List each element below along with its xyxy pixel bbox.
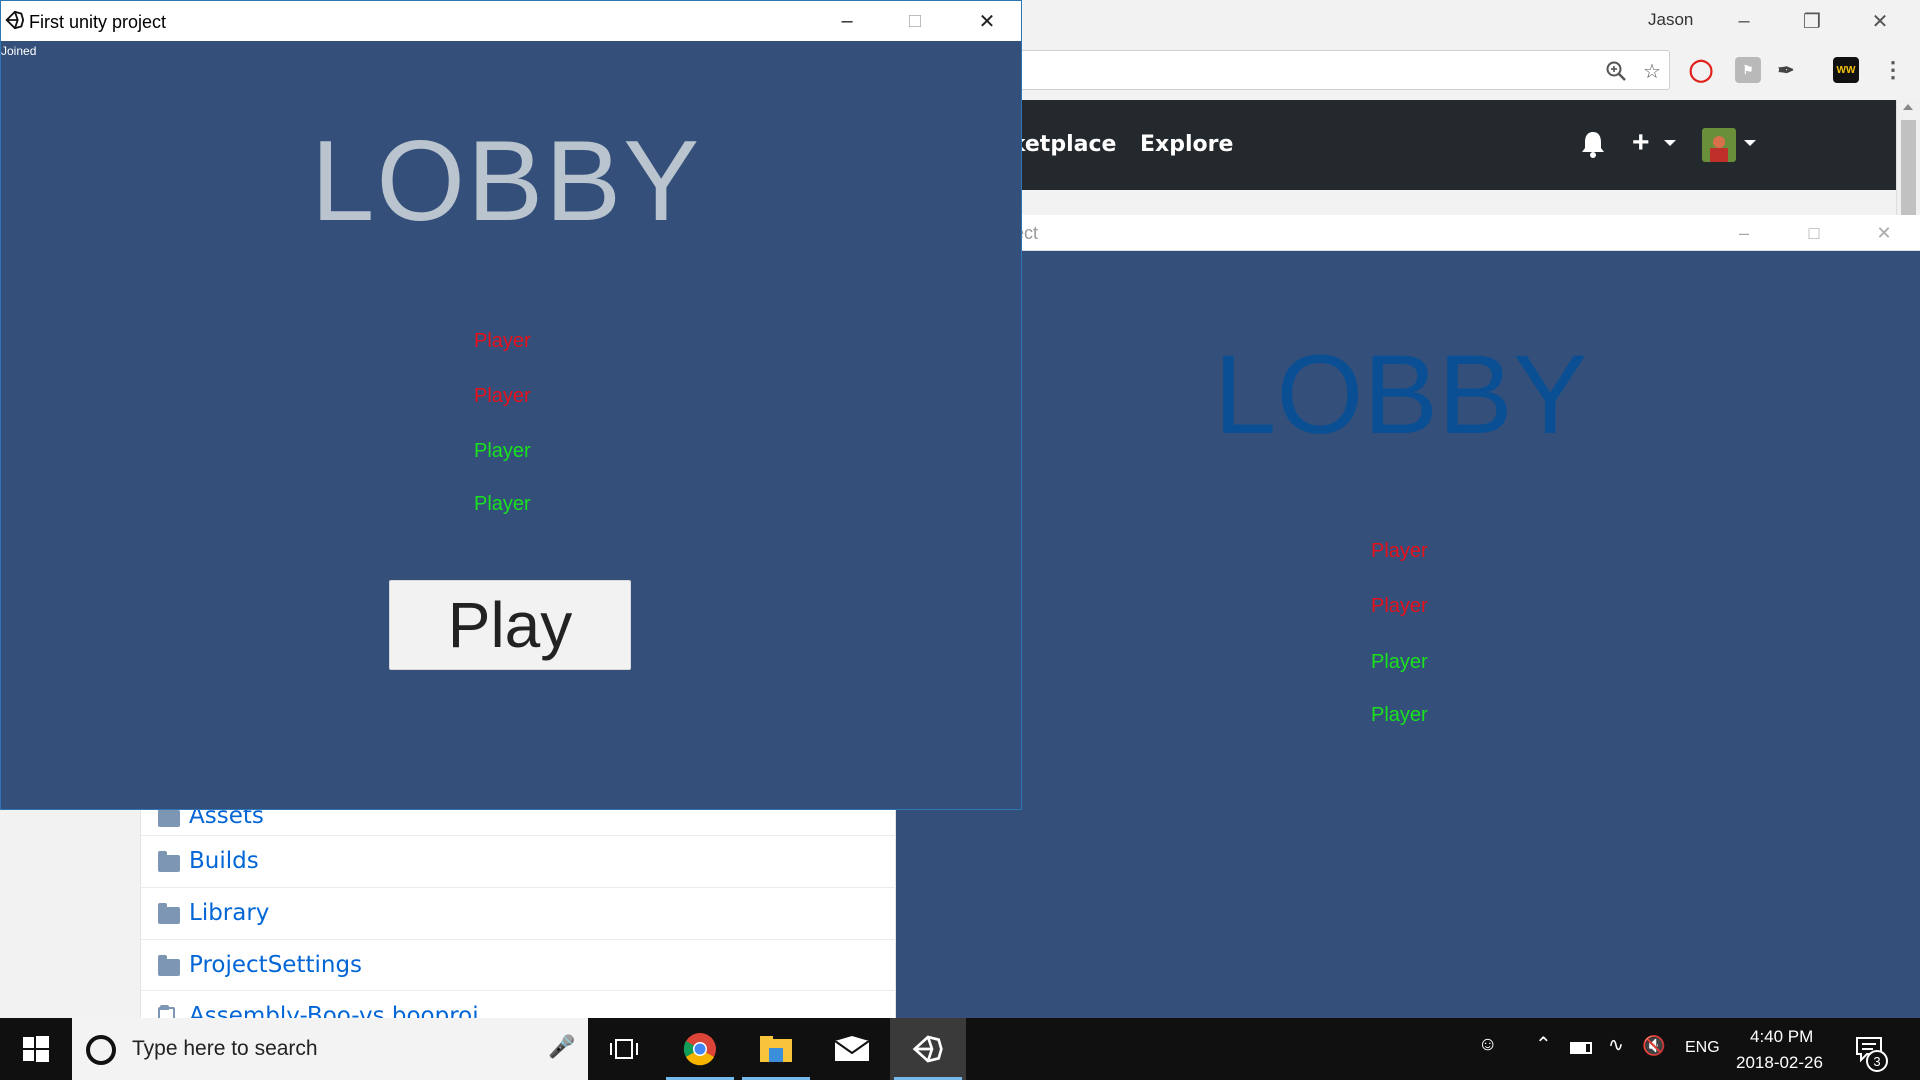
language-indicator[interactable]: ENG: [1685, 1039, 1720, 1057]
connection-status: Joined: [1, 44, 37, 58]
zoom-icon[interactable]: [1604, 59, 1628, 83]
close-icon[interactable]: ✕: [953, 1, 1021, 41]
player-name: Player: [1371, 651, 1428, 673]
plus-icon[interactable]: +: [1632, 126, 1650, 160]
wifi-icon[interactable]: ∿: [1608, 1034, 1624, 1057]
unity-window-main: First unity project – □ ✕ Joined LOBBY P…: [0, 0, 1022, 810]
avatar[interactable]: [1702, 128, 1736, 162]
list-item[interactable]: Builds: [141, 835, 897, 887]
mail-icon: [834, 1036, 870, 1061]
minimize-icon[interactable]: –: [1714, 215, 1774, 251]
battery-icon[interactable]: [1570, 1042, 1592, 1054]
window-titlebar: First unity project – □ ✕: [1, 1, 1021, 41]
people-icon[interactable]: ☺: [1478, 1034, 1497, 1056]
windows-logo-icon: [23, 1036, 49, 1062]
chrome-menu-icon[interactable]: ⋮: [1880, 57, 1906, 83]
chrome-profile-name[interactable]: Jason: [1648, 10, 1693, 30]
unity-window-secondary: roject – □ ✕ LOBBY Player Player Player …: [896, 215, 1920, 1018]
eyedropper-extension-icon[interactable]: ✒: [1773, 57, 1799, 83]
folder-icon: [158, 955, 180, 976]
address-bar[interactable]: ☆: [1000, 50, 1670, 90]
bell-icon[interactable]: [1580, 130, 1606, 163]
player-name: Player: [474, 440, 531, 462]
taskbar-app-explorer[interactable]: [738, 1018, 814, 1080]
list-item[interactable]: Library: [141, 887, 897, 939]
close-icon[interactable]: ✕: [1854, 215, 1914, 251]
extension-icon[interactable]: ⚑: [1735, 57, 1761, 83]
cortana-icon: [86, 1035, 116, 1065]
player-name: Player: [474, 330, 531, 352]
clock-time[interactable]: 4:40 PM: [1750, 1027, 1813, 1047]
taskbar: Type here to search 🎤 ☺ ⌃ ∿ 🔇 ENG 4:40 P…: [0, 1018, 1920, 1080]
search-placeholder[interactable]: Type here to search: [132, 1037, 318, 1061]
unity-icon: [912, 1035, 943, 1063]
play-button[interactable]: Play: [389, 580, 631, 670]
chrome-toolbar: ☆ ◯ ⚑ ✒ WW ⋮: [1000, 48, 1910, 93]
file-link[interactable]: ProjectSettings: [189, 952, 362, 978]
repo-file-list: Assets Builds Library ProjectSettings As…: [140, 790, 897, 1029]
lobby-title: LOBBY: [311, 118, 702, 245]
player-name: Player: [1371, 540, 1428, 562]
player-name: Player: [1371, 595, 1428, 617]
clock-date[interactable]: 2018-02-26: [1736, 1053, 1823, 1073]
scroll-up-icon[interactable]: [1903, 104, 1913, 110]
file-link[interactable]: Builds: [189, 848, 259, 874]
opera-extension-icon[interactable]: ◯: [1688, 57, 1714, 83]
ww-extension-icon[interactable]: WW: [1833, 57, 1859, 83]
chrome-minimize-icon[interactable]: –: [1710, 0, 1778, 42]
volume-muted-icon[interactable]: 🔇: [1642, 1034, 1666, 1058]
task-view-icon: [610, 1039, 638, 1059]
show-hidden-icons-chevron-up-icon[interactable]: ⌃: [1535, 1032, 1552, 1057]
window-title: First unity project: [29, 12, 167, 32]
chrome-icon: [683, 1033, 716, 1066]
chevron-down-icon[interactable]: [1744, 140, 1756, 146]
taskbar-app-unity[interactable]: [890, 1018, 966, 1080]
maximize-icon[interactable]: □: [1784, 215, 1844, 251]
window-titlebar: roject – □ ✕: [896, 215, 1920, 251]
file-explorer-icon: [760, 1036, 792, 1062]
minimize-icon[interactable]: –: [813, 1, 881, 41]
player-name: Player: [1371, 704, 1428, 726]
list-item[interactable]: ProjectSettings: [141, 939, 897, 991]
github-header: rketplace Explore +: [1000, 100, 1896, 190]
player-name: Player: [474, 493, 531, 515]
notification-count-badge: 3: [1866, 1050, 1888, 1072]
taskbar-app-mail[interactable]: [814, 1018, 890, 1080]
task-view-button[interactable]: [586, 1018, 662, 1080]
bookmark-star-icon[interactable]: ☆: [1640, 59, 1664, 83]
start-button[interactable]: [0, 1018, 72, 1080]
chrome-restore-icon[interactable]: ❐: [1778, 0, 1846, 42]
folder-icon: [158, 806, 180, 827]
maximize-icon[interactable]: □: [881, 1, 949, 41]
folder-icon: [158, 903, 180, 924]
chevron-down-icon[interactable]: [1664, 140, 1676, 146]
microphone-icon[interactable]: 🎤: [548, 1034, 575, 1060]
taskbar-app-chrome[interactable]: [662, 1018, 738, 1080]
scrollbar-thumb[interactable]: [1901, 120, 1916, 215]
chrome-close-icon[interactable]: ✕: [1846, 0, 1914, 42]
player-name: Player: [474, 385, 531, 407]
lobby-title: LOBBY: [1214, 332, 1588, 457]
file-link[interactable]: Library: [189, 900, 269, 926]
taskbar-search[interactable]: Type here to search 🎤: [72, 1018, 588, 1080]
nav-explore[interactable]: Explore: [1140, 132, 1233, 157]
unity-logo-icon: [5, 10, 25, 30]
folder-icon: [158, 851, 180, 872]
